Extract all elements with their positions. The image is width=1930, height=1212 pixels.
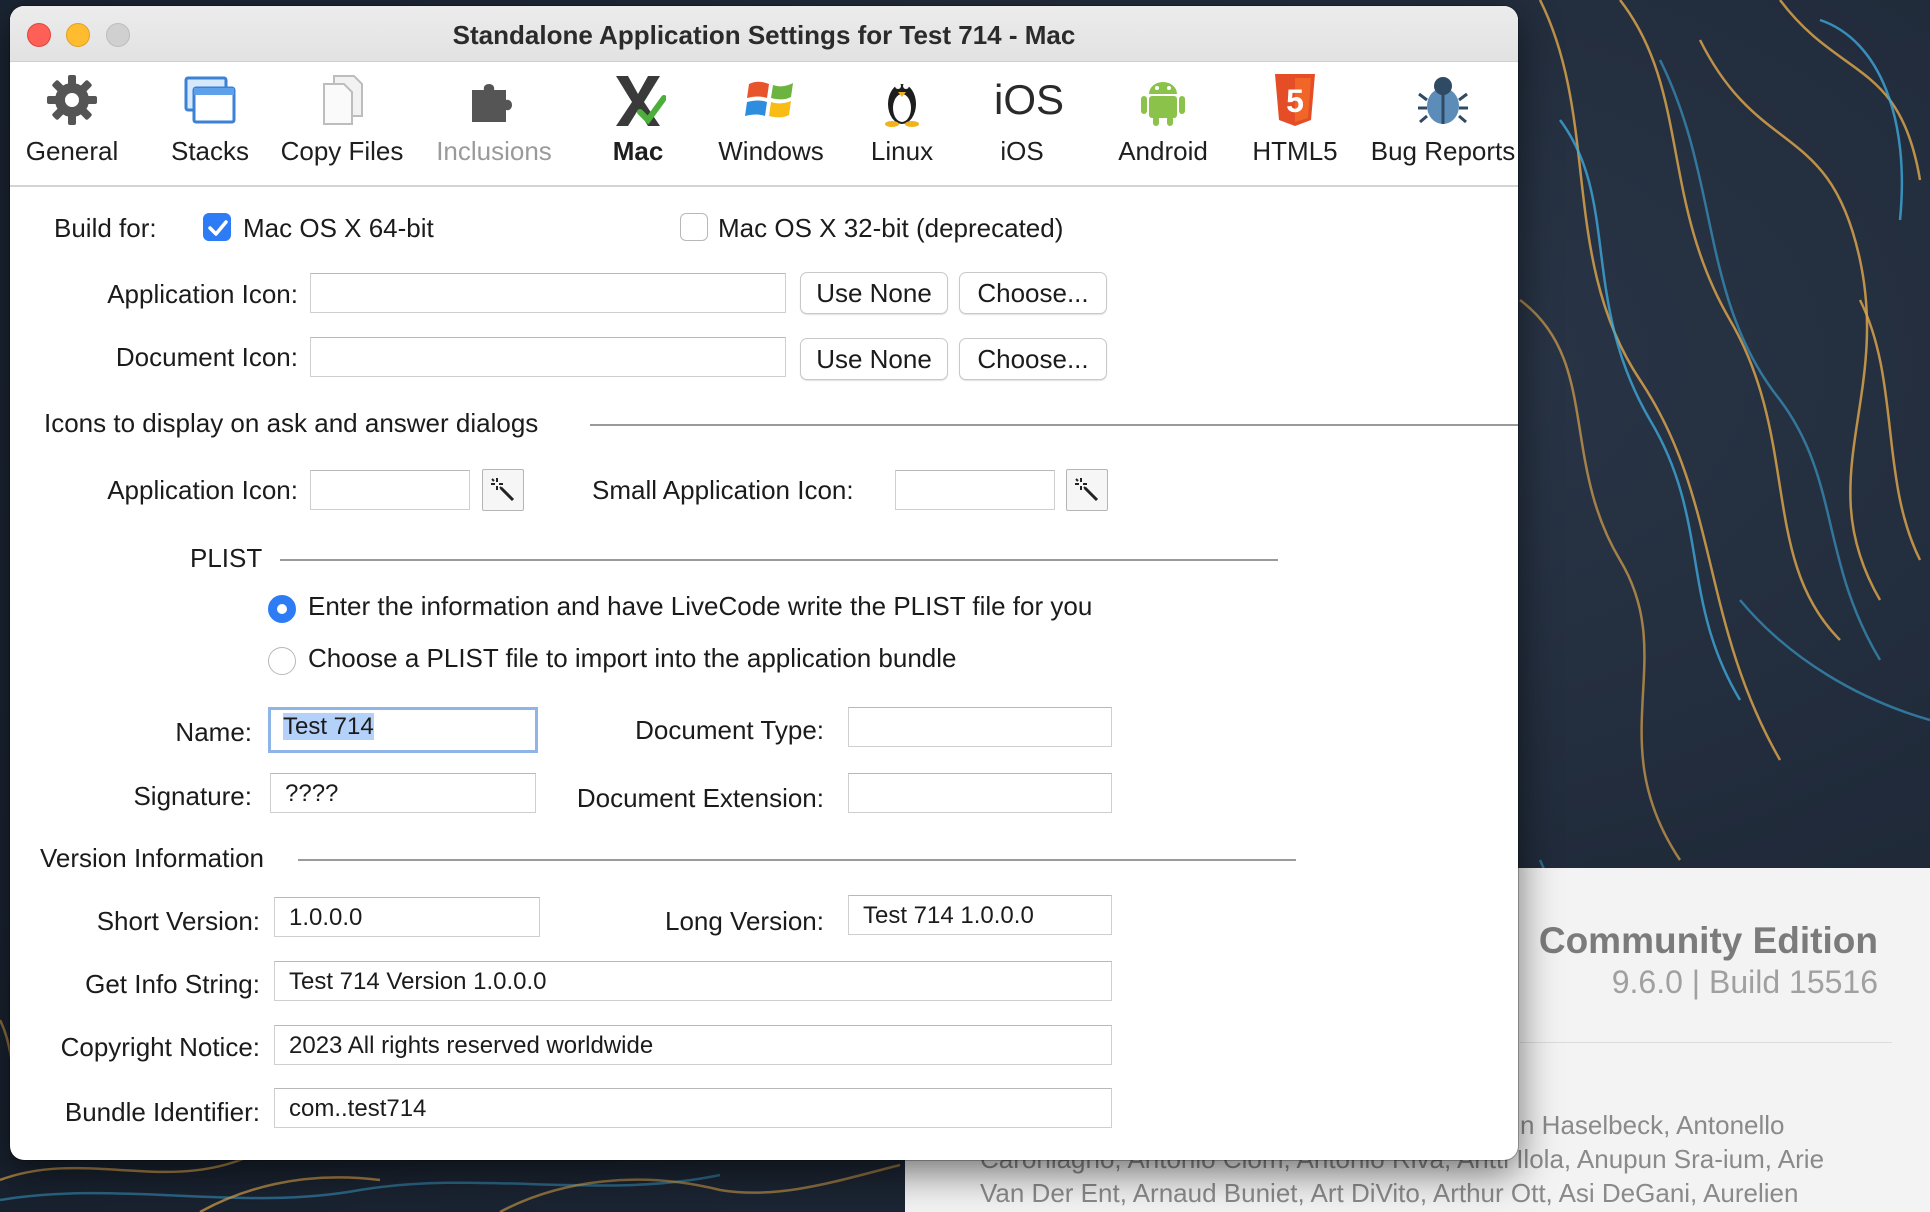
tab-label: Copy Files (280, 136, 404, 166)
windows-icon (745, 81, 793, 118)
bug-icon (1418, 77, 1468, 124)
standalone-settings-window: Standalone Application Settings for Test… (10, 6, 1518, 1160)
signature-field[interactable]: ???? (270, 773, 536, 813)
plist-heading: PLIST (190, 543, 263, 573)
magic-wand-icon (1075, 478, 1099, 502)
name-value: Test 714 (283, 713, 374, 740)
document-icon-label: Document Icon: (115, 342, 298, 372)
window-title: Standalone Application Settings for Test… (452, 20, 1076, 50)
version-information-heading: Version Information (40, 843, 265, 873)
copyright-notice-label: Copyright Notice: (60, 1032, 260, 1062)
title-bar[interactable]: Standalone Application Settings for Test… (10, 6, 1518, 62)
signature-label: Signature: (133, 781, 252, 811)
tab-label: iOS (1000, 136, 1044, 166)
get-info-string-field[interactable]: Test 714 Version 1.0.0.0 (274, 961, 1112, 1001)
mac-settings-panel: Build for: Mac OS X 64-bit Mac OS X 32-b… (10, 189, 1518, 1160)
platform-toolbar: General Stacks Copy Files Inclusions Mac… (10, 62, 1518, 187)
build-number: 9.6.0 | Build 15516 (1611, 964, 1878, 1000)
credits-line: Van Der Ent, Arnaud Buniet, Art DiVito, … (980, 1178, 1799, 1208)
tab-inclusions[interactable]: Inclusions (424, 72, 564, 184)
tab-label: Linux (870, 136, 934, 166)
document-icon-use-none-button[interactable]: Use None (800, 338, 948, 380)
application-icon-field[interactable] (310, 273, 786, 313)
mac-32bit-label: Mac OS X 32-bit (deprecated) (718, 213, 1064, 243)
document-type-field[interactable] (848, 707, 1112, 747)
android-icon (1141, 82, 1185, 126)
tab-mac[interactable]: Mac (590, 72, 686, 184)
tab-label: Windows (718, 136, 824, 166)
long-version-label: Long Version: (664, 906, 824, 936)
small-application-icon-label: Small Application Icon: (592, 475, 854, 505)
bundle-identifier-field[interactable]: com..test714 (274, 1088, 1112, 1128)
tab-label: Inclusions (436, 136, 552, 166)
short-version-field[interactable]: 1.0.0.0 (274, 897, 540, 937)
tab-label: Mac (612, 136, 664, 166)
application-icon-choose-button[interactable]: Choose... (959, 272, 1107, 314)
document-type-label: Document Type: (635, 715, 824, 745)
short-version-label: Short Version: (96, 906, 260, 936)
application-icon-label: Application Icon: (107, 279, 298, 309)
tab-windows[interactable]: Windows (706, 72, 836, 184)
build-for-label: Build for: (54, 213, 157, 243)
magic-wand-icon (491, 478, 515, 502)
copy-files-icon (323, 75, 363, 125)
tab-copy-files[interactable]: Copy Files (272, 72, 412, 184)
plist-write-label: Enter the information and have LiveCode … (308, 591, 1093, 621)
tab-linux[interactable]: Linux (854, 72, 950, 184)
plist-import-label: Choose a PLIST file to import into the a… (308, 643, 957, 673)
section-divider (298, 859, 1296, 861)
tab-android[interactable]: Android (1108, 72, 1218, 184)
small-application-icon-field[interactable] (895, 470, 1055, 510)
about-separator (1520, 1042, 1892, 1043)
document-icon-field[interactable] (310, 337, 786, 377)
small-application-icon-picker-button[interactable] (1066, 469, 1108, 511)
document-extension-label: Document Extension: (576, 783, 824, 813)
get-info-string-label: Get Info String: (85, 969, 260, 999)
plist-import-radio[interactable] (268, 647, 296, 675)
mac-64bit-label: Mac OS X 64-bit (243, 213, 434, 243)
dialog-application-icon-field[interactable] (310, 470, 470, 510)
ios-icon: iOS (994, 76, 1065, 123)
document-icon-choose-button[interactable]: Choose... (959, 338, 1107, 380)
svg-text:5: 5 (1286, 83, 1304, 119)
mac-64bit-checkbox[interactable] (203, 213, 231, 241)
section-divider (280, 559, 1278, 561)
tab-ios[interactable]: iOS iOS (984, 72, 1065, 184)
gear-icon (47, 75, 97, 125)
name-label: Name: (175, 717, 252, 747)
tab-bug-reports[interactable]: Bug Reports (1368, 72, 1518, 184)
mac-x-icon (616, 76, 666, 126)
linux-penguin-icon (885, 83, 919, 127)
tab-label: Android (1118, 136, 1208, 166)
dialog-application-icon-label: Application Icon: (107, 475, 298, 505)
document-extension-field[interactable] (848, 773, 1112, 813)
long-version-field[interactable]: Test 714 1.0.0.0 (848, 895, 1112, 935)
application-icon-use-none-button[interactable]: Use None (800, 272, 948, 314)
name-field[interactable]: Test 714 (268, 707, 538, 753)
plist-write-radio[interactable] (268, 595, 296, 623)
stacks-icon (184, 76, 236, 124)
tab-general[interactable]: General (22, 72, 122, 184)
puzzle-icon (472, 84, 512, 122)
mac-32bit-checkbox[interactable] (680, 213, 708, 241)
tab-label: General (25, 136, 119, 166)
html5-icon: 5 (1275, 74, 1315, 126)
dialog-application-icon-picker-button[interactable] (482, 469, 524, 511)
tab-label: Bug Reports (1370, 136, 1516, 166)
tab-html5[interactable]: 5 HTML5 (1240, 72, 1350, 184)
edition-title: Community Edition (1538, 920, 1878, 961)
tab-label: HTML5 (1252, 136, 1338, 166)
copyright-notice-field[interactable]: 2023 All rights reserved worldwide (274, 1025, 1112, 1065)
dialog-icons-heading: Icons to display on ask and answer dialo… (44, 408, 539, 438)
checkmark-icon (208, 220, 228, 236)
tab-label: Stacks (170, 136, 250, 166)
section-divider (590, 424, 1518, 426)
tab-stacks[interactable]: Stacks (160, 72, 260, 184)
bundle-identifier-label: Bundle Identifier: (64, 1097, 260, 1127)
